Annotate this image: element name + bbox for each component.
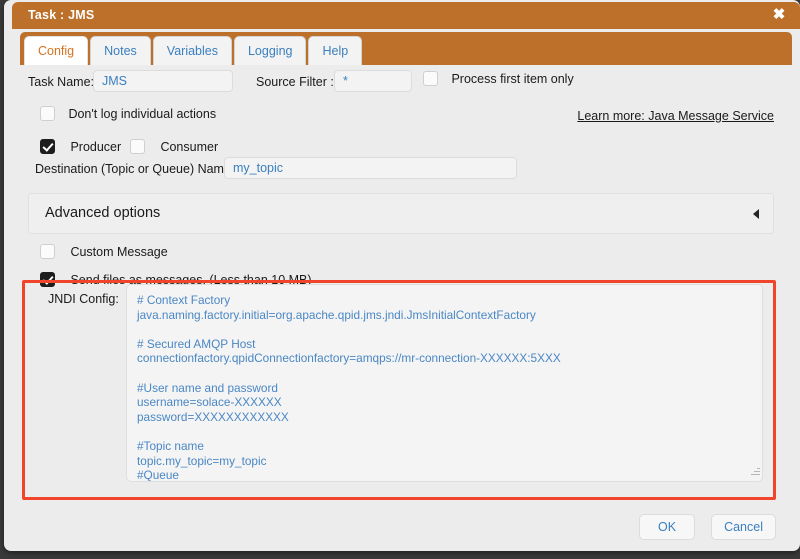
consumer-label: Consumer — [160, 140, 219, 154]
dont-log-actions-checkbox-row: Don't log individual actions — [40, 105, 216, 123]
tab-list: Config Notes Variables Logging Help — [24, 36, 363, 66]
dont-log-actions-checkbox[interactable] — [40, 106, 55, 122]
task-dialog: Task : JMS ✖ Config Notes Variables Logg… — [4, 0, 800, 551]
config-panel: Task Name: Source Filter : Process first… — [20, 65, 792, 502]
producer-checkbox[interactable] — [40, 139, 55, 155]
tab-strip: Config Notes Variables Logging Help — [20, 32, 792, 66]
consumer-checkbox-row: Consumer — [130, 138, 218, 156]
custom-message-checkbox-row: Custom Message — [40, 243, 168, 261]
tab-config[interactable]: Config — [24, 36, 89, 66]
tab-help[interactable]: Help — [308, 36, 363, 66]
process-first-item-only-label: Process first item only — [451, 72, 574, 86]
close-icon[interactable]: ✖ — [770, 6, 788, 24]
source-filter-label: Source Filter : — [256, 75, 334, 89]
cancel-button[interactable]: Cancel — [711, 514, 776, 540]
tab-notes[interactable]: Notes — [90, 36, 151, 66]
dialog-footer: OK Cancel — [4, 502, 800, 551]
triangle-left-icon[interactable] — [753, 209, 759, 219]
process-first-item-only-checkbox-row: Process first item only — [423, 70, 574, 88]
custom-message-checkbox[interactable] — [40, 244, 55, 260]
advanced-options-title: Advanced options — [45, 205, 161, 221]
tab-variables[interactable]: Variables — [152, 36, 232, 66]
consumer-checkbox[interactable] — [130, 139, 145, 155]
task-name-input[interactable] — [93, 70, 233, 92]
destination-input[interactable] — [224, 157, 517, 179]
dialog-titlebar: Task : JMS ✖ — [12, 2, 800, 29]
destination-label: Destination (Topic or Queue) Name: — [35, 162, 235, 176]
producer-label: Producer — [70, 140, 122, 154]
dont-log-actions-label: Don't log individual actions — [68, 107, 217, 121]
tab-logging[interactable]: Logging — [233, 36, 307, 66]
page-title: Task : JMS — [28, 8, 95, 22]
task-name-label: Task Name: — [28, 75, 94, 89]
send-files-checkbox[interactable] — [40, 272, 55, 288]
process-first-item-only-checkbox[interactable] — [423, 71, 438, 87]
source-filter-input[interactable] — [334, 70, 412, 92]
learn-more-link[interactable]: Learn more: Java Message Service — [577, 107, 774, 125]
advanced-options-header[interactable]: Advanced options — [28, 193, 774, 234]
ok-button[interactable]: OK — [639, 514, 695, 540]
jndi-config-textarea[interactable] — [126, 284, 763, 482]
jndi-config-label: JNDI Config: — [48, 292, 119, 306]
producer-checkbox-row: Producer — [40, 138, 121, 156]
page-root: Task : JMS ✖ Config Notes Variables Logg… — [0, 0, 800, 559]
custom-message-label: Custom Message — [70, 245, 168, 259]
